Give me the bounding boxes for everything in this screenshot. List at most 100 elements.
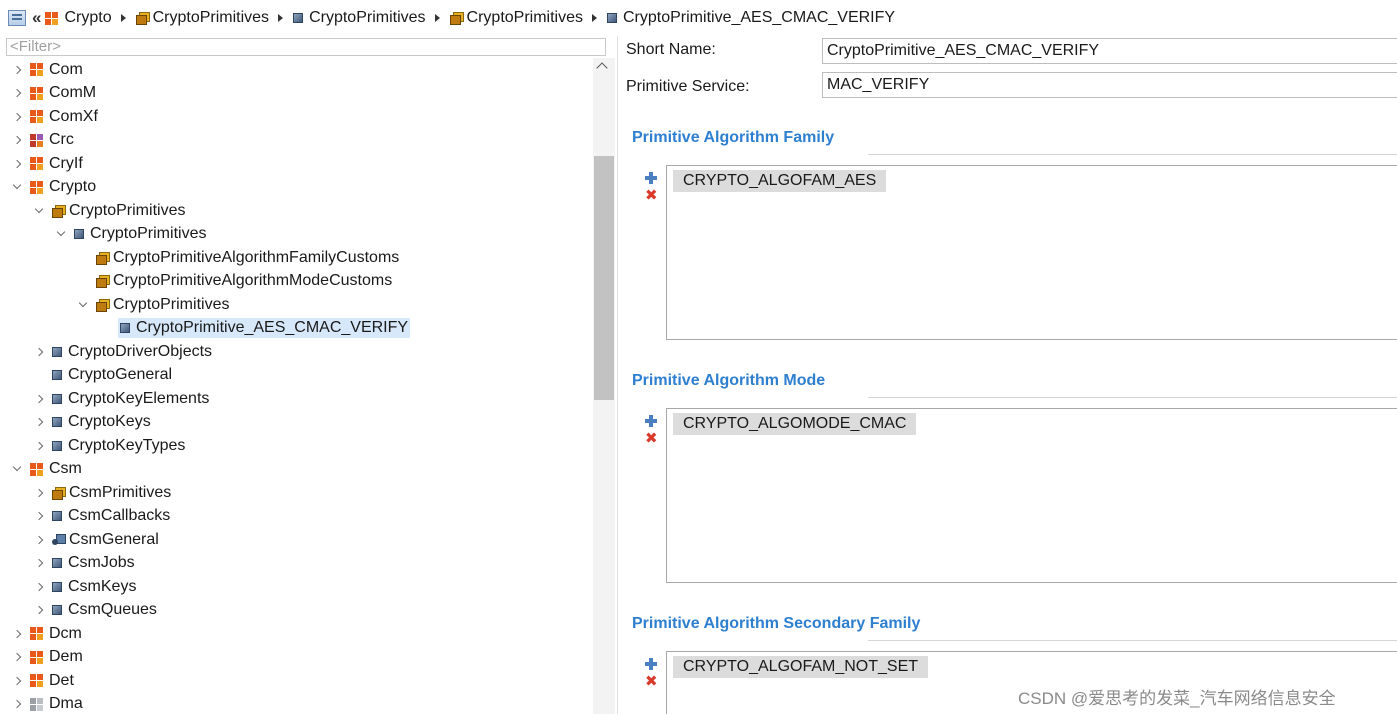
tree-item[interactable]: CryptoPrimitive_AES_CMAC_VERIFY xyxy=(100,317,411,341)
chevron-down-icon[interactable] xyxy=(34,206,44,216)
chevron-right-icon[interactable] xyxy=(34,558,44,568)
tree-item-content[interactable]: CsmKeys xyxy=(52,578,136,596)
breadcrumb-item-current[interactable]: CryptoPrimitive_AES_CMAC_VERIFY xyxy=(607,9,895,27)
algorithm-mode-list[interactable]: CRYPTO_ALGOMODE_CMAC xyxy=(666,408,1397,583)
primitive-service-field[interactable]: MAC_VERIFY xyxy=(822,72,1397,98)
chevron-down-icon[interactable] xyxy=(12,182,22,192)
chevron-right-icon[interactable] xyxy=(12,65,22,75)
tree-item[interactable]: ComM xyxy=(12,82,96,106)
tree-item-content[interactable]: CsmPrimitives xyxy=(52,484,171,502)
tree-item-content[interactable]: CsmCallbacks xyxy=(52,507,170,525)
tree-item[interactable]: CryptoPrimitives xyxy=(78,293,229,317)
tree-item[interactable]: CsmKeys xyxy=(34,575,136,599)
tree-item[interactable]: CryptoGeneral xyxy=(34,364,172,388)
tree-item-content[interactable]: CsmGeneral xyxy=(52,531,159,549)
chevron-right-icon[interactable] xyxy=(34,511,44,521)
chevron-right-icon[interactable] xyxy=(34,488,44,498)
tree-item[interactable]: CsmGeneral xyxy=(34,528,159,552)
add-icon[interactable] xyxy=(645,658,657,670)
chevron-right-icon[interactable] xyxy=(12,652,22,662)
tree-filter-input[interactable]: <Filter> xyxy=(6,38,606,56)
scroll-up-icon[interactable] xyxy=(596,62,608,74)
chevron-right-icon[interactable] xyxy=(34,417,44,427)
tree-item[interactable]: CryptoKeyElements xyxy=(34,387,209,411)
chevron-down-icon[interactable] xyxy=(12,464,22,474)
tree-item-content[interactable]: ComM xyxy=(30,84,96,102)
chevron-right-icon[interactable] xyxy=(34,441,44,451)
tree-item[interactable]: Det xyxy=(12,669,74,693)
tree-item-content[interactable]: Det xyxy=(30,672,74,690)
tree-item-content[interactable]: CsmQueues xyxy=(52,601,157,619)
tree-item[interactable]: Csm xyxy=(12,458,82,482)
tree-scrollbar-thumb[interactable] xyxy=(594,156,614,400)
breadcrumb-item-cryptoprimitives-1[interactable]: CryptoPrimitives xyxy=(135,9,269,27)
tree-item[interactable]: Dma xyxy=(12,693,83,714)
tree-item[interactable]: Crypto xyxy=(12,176,96,200)
tree-item[interactable]: Com xyxy=(12,58,83,82)
tree-item[interactable]: Dem xyxy=(12,646,83,670)
tree-item-content[interactable]: CryptoPrimitiveAlgorithmFamilyCustoms xyxy=(96,249,399,267)
add-icon[interactable] xyxy=(645,172,657,184)
list-item[interactable]: CRYPTO_ALGOFAM_NOT_SET xyxy=(673,656,929,678)
tree-item-content[interactable]: CryptoPrimitives xyxy=(96,296,229,314)
tree-item[interactable]: CryptoDriverObjects xyxy=(34,340,212,364)
tree-item-content[interactable]: ComXf xyxy=(30,108,98,126)
chevron-right-icon[interactable] xyxy=(34,605,44,615)
tree-item-content[interactable]: CryptoKeyElements xyxy=(52,390,209,408)
tree-item-content[interactable]: Crc xyxy=(30,131,74,149)
tree-item[interactable]: CsmJobs xyxy=(34,552,135,576)
breadcrumb-item-cryptoprimitives-2[interactable]: CryptoPrimitives xyxy=(293,9,426,27)
tree-item-content[interactable]: CsmJobs xyxy=(52,554,135,572)
algorithm-family-list[interactable]: CRYPTO_ALGOFAM_AES xyxy=(666,165,1397,340)
tree-item[interactable]: CryptoPrimitives xyxy=(56,223,206,247)
chevron-right-icon[interactable] xyxy=(12,135,22,145)
tree-item[interactable]: CryptoPrimitives xyxy=(34,199,185,223)
remove-icon[interactable]: ✖ xyxy=(645,431,658,446)
tree-item[interactable]: CryptoKeyTypes xyxy=(34,434,185,458)
editor-home-icon[interactable] xyxy=(8,10,26,26)
chevron-right-icon[interactable] xyxy=(34,582,44,592)
remove-icon[interactable]: ✖ xyxy=(645,188,658,203)
chevron-right-icon[interactable] xyxy=(34,535,44,545)
chevron-right-icon[interactable] xyxy=(34,347,44,357)
tree-item-content[interactable]: Dcm xyxy=(30,625,82,643)
list-item[interactable]: CRYPTO_ALGOFAM_AES xyxy=(673,170,887,192)
tree-item[interactable]: CryptoPrimitiveAlgorithmFamilyCustoms xyxy=(78,246,399,270)
tree-item-content[interactable]: Dem xyxy=(30,648,83,666)
tree-item-content[interactable]: Com xyxy=(30,61,83,79)
tree-item-content[interactable]: CryptoKeys xyxy=(52,413,151,431)
chevron-right-icon[interactable] xyxy=(12,159,22,169)
tree-item[interactable]: CryptoPrimitiveAlgorithmModeCustoms xyxy=(78,270,392,294)
tree-item-content[interactable]: CryIf xyxy=(30,155,83,173)
add-icon[interactable] xyxy=(645,415,657,427)
chevron-down-icon[interactable] xyxy=(56,229,66,239)
tree-item-content[interactable]: Csm xyxy=(30,460,82,478)
chevron-right-icon[interactable] xyxy=(12,112,22,122)
tree-item[interactable]: CryptoKeys xyxy=(34,411,151,435)
chevron-right-icon[interactable] xyxy=(12,699,22,709)
tree-item[interactable]: Crc xyxy=(12,129,74,153)
breadcrumb-item-cryptoprimitives-3[interactable]: CryptoPrimitives xyxy=(449,9,583,27)
tree-item[interactable]: CsmCallbacks xyxy=(34,505,170,529)
tree-item-content[interactable]: CryptoPrimitives xyxy=(74,225,206,243)
breadcrumb-item-crypto[interactable]: Crypto xyxy=(45,9,112,27)
tree-item[interactable]: Dcm xyxy=(12,622,82,646)
tree-item-content[interactable]: Crypto xyxy=(30,178,96,196)
tree-item-content[interactable]: CryptoPrimitiveAlgorithmModeCustoms xyxy=(96,272,392,290)
chevron-right-icon[interactable] xyxy=(34,394,44,404)
chevron-right-icon[interactable] xyxy=(12,676,22,686)
tree-scrollbar[interactable] xyxy=(593,58,615,714)
tree-item-content[interactable]: CryptoKeyTypes xyxy=(52,437,185,455)
chevron-right-icon[interactable] xyxy=(12,88,22,98)
tree-item-content[interactable]: CryptoPrimitive_AES_CMAC_VERIFY xyxy=(118,318,411,339)
tree-item[interactable]: CsmQueues xyxy=(34,599,157,623)
tree-item-content[interactable]: CryptoDriverObjects xyxy=(52,343,212,361)
remove-icon[interactable]: ✖ xyxy=(645,674,658,689)
list-item[interactable]: CRYPTO_ALGOMODE_CMAC xyxy=(673,413,917,435)
tree-item[interactable]: CryIf xyxy=(12,152,83,176)
tree-item-content[interactable]: Dma xyxy=(30,695,83,713)
tree-item[interactable]: CsmPrimitives xyxy=(34,481,171,505)
breadcrumb-back-icon[interactable]: « xyxy=(32,8,41,28)
tree-item-content[interactable]: CryptoGeneral xyxy=(52,366,172,384)
chevron-down-icon[interactable] xyxy=(78,300,88,310)
